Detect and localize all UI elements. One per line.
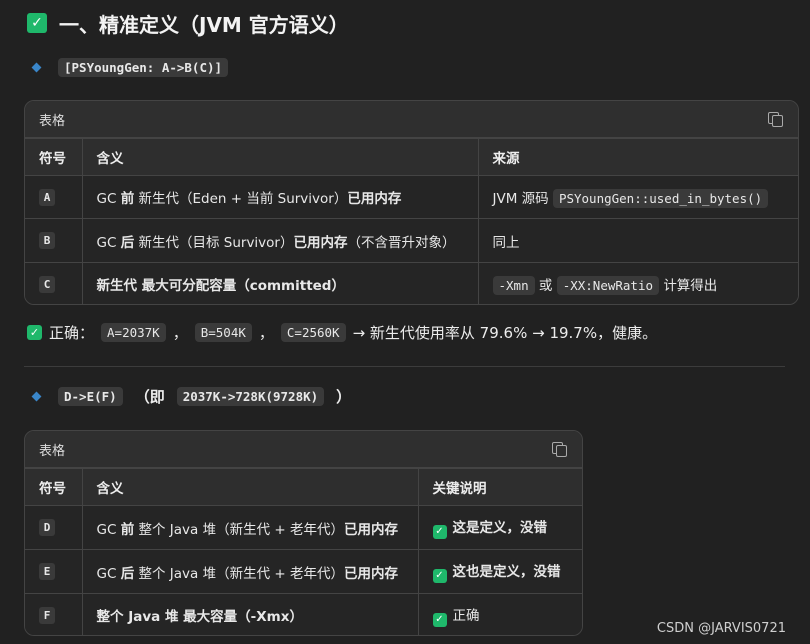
- symbol-badge: C: [39, 275, 55, 293]
- meaning-cell: GC 前 整个 Java 堆（新生代 + 老年代）已用内存: [81, 505, 418, 550]
- meaning-text: 新生代（Eden + 当前 Survivor）: [134, 191, 348, 207]
- table-header-row: 符号 含义 来源: [25, 138, 798, 176]
- copy-icon[interactable]: [552, 442, 567, 457]
- source-cell: JVM 源码 PSYoungGen::used_in_bytes(): [477, 175, 798, 219]
- check-icon: ✓: [27, 325, 42, 340]
- inline-code: B=504K: [194, 323, 252, 342]
- source-cell: 同上: [477, 218, 798, 263]
- meaning-cell: 新生代 最大可分配容量（committed）: [81, 262, 478, 304]
- check-icon: ✓: [432, 524, 447, 539]
- meaning-text: 整个 Java 堆（新生代 + 老年代）: [134, 565, 344, 582]
- table-row: F 整个 Java 堆 最大容量（-Xmx） ✓ 正确: [25, 593, 582, 635]
- meaning-text: 新生代（目标 Survivor）: [134, 234, 294, 251]
- section-heading: ✓ 一、精准定义（JVM 官方语义）: [27, 8, 349, 38]
- table-card-1: 表格 符号 含义 来源 A GC 前 新生代（Eden + 当前 Survivo…: [24, 100, 799, 305]
- note-text: 这是定义，没错: [452, 520, 548, 537]
- meaning-bold: 最大容量（-Xmx）: [183, 609, 303, 626]
- symbol-badge: D: [39, 519, 55, 536]
- table-row: A GC 前 新生代（Eden + 当前 Survivor）已用内存 JVM 源…: [25, 175, 798, 219]
- meaning-text: GC: [96, 191, 121, 207]
- table-row: B GC 后 新生代（目标 Survivor）已用内存（不含晋升对象） 同上: [25, 218, 798, 263]
- meaning-text: GC: [96, 234, 121, 251]
- meaning-bold: 最大可分配容量（committed）: [141, 278, 345, 295]
- meaning-text: （不含晋升对象）: [347, 234, 456, 251]
- column-header: 来源: [477, 138, 798, 176]
- source-cell: -Xmn 或 -XX:NewRatio 计算得出: [477, 262, 798, 304]
- meaning-cell: GC 后 新生代（目标 Survivor）已用内存（不含晋升对象）: [81, 218, 478, 263]
- column-header: 关键说明: [417, 468, 582, 506]
- card-title: 表格: [39, 113, 66, 129]
- note-cell: ✓ 正确: [417, 593, 582, 635]
- meaning-text: 整个 Java 堆（新生代 + 老年代）: [134, 521, 344, 538]
- source-text: JVM 源码: [492, 191, 549, 207]
- result-text: → 新生代使用率从 79.6% → 19.7%，健康。: [352, 324, 658, 342]
- inline-code: 2037K->728K(9728K): [176, 387, 325, 406]
- table-row: C 新生代 最大可分配容量（committed） -Xmn 或 -XX:NewR…: [25, 262, 798, 304]
- section-title: 一、精准定义（JVM 官方语义）: [59, 12, 349, 37]
- meaning-cell: GC 后 整个 Java 堆（新生代 + 老年代）已用内存: [81, 549, 418, 594]
- divider: [24, 366, 785, 367]
- meaning-bold: 已用内存: [293, 234, 348, 251]
- inline-code: PSYoungGen::used_in_bytes(): [552, 189, 769, 208]
- heading-text: （即: [134, 388, 165, 406]
- check-icon: ✓: [27, 13, 47, 33]
- meaning-bold: 已用内存: [343, 521, 398, 538]
- symbol-badge: B: [39, 232, 55, 249]
- meaning-bold: 新生代: [96, 278, 142, 295]
- symbol-badge: F: [39, 606, 55, 624]
- table-card-2: 表格 符号 含义 关键说明 D GC 前 整个 Java 堆（新生代 + 老年代…: [24, 430, 583, 636]
- source-text: 计算得出: [663, 278, 718, 295]
- symbol-badge: E: [39, 563, 55, 580]
- table-row: D GC 前 整个 Java 堆（新生代 + 老年代）已用内存 ✓ 这是定义，没错: [25, 505, 582, 550]
- table-header-row: 符号 含义 关键说明: [25, 468, 582, 506]
- meaning-text: GC: [96, 565, 121, 582]
- column-header: 符号: [25, 138, 82, 176]
- inline-code: C=2560K: [280, 323, 346, 342]
- note-text: 这也是定义，没错: [452, 564, 561, 581]
- copy-icon[interactable]: [768, 112, 783, 127]
- column-header: 含义: [81, 138, 478, 176]
- result-line: ✓ 正确： A=2037K ， B=504K ， C=2560K → 新生代使用率从…: [27, 322, 657, 343]
- table-row: E GC 后 整个 Java 堆（新生代 + 老年代）已用内存 ✓ 这也是定义，没…: [25, 549, 582, 594]
- meaning-cell: 整个 Java 堆 最大容量（-Xmx）: [81, 593, 418, 635]
- data-table: 符号 含义 来源 A GC 前 新生代（Eden + 当前 Survivor）已…: [25, 138, 798, 304]
- check-icon: ✓: [432, 568, 447, 583]
- heading-text: ）: [336, 388, 352, 406]
- meaning-bold: 整个 Java 堆: [96, 609, 184, 626]
- meaning-cell: GC 前 新生代（Eden + 当前 Survivor）已用内存: [81, 175, 478, 219]
- data-table: 符号 含义 关键说明 D GC 前 整个 Java 堆（新生代 + 老年代）已用…: [25, 468, 582, 635]
- diamond-icon: [31, 62, 42, 73]
- meaning-bold: 已用内存: [343, 565, 398, 582]
- separator: ，: [172, 324, 188, 342]
- inline-code: D->E(F): [58, 387, 123, 406]
- meaning-text: GC: [96, 521, 121, 538]
- check-icon: ✓: [432, 612, 447, 627]
- watermark: CSDN @JARVIS0721: [656, 621, 786, 636]
- diamond-icon: [31, 391, 42, 402]
- meaning-bold: 前: [120, 191, 135, 207]
- inline-code: [PSYoungGen: A->B(C)]: [58, 58, 229, 77]
- column-header: 符号: [25, 468, 82, 506]
- subheading-2: D->E(F) （即 2037K->728K(9728K) ）: [31, 386, 352, 407]
- card-header: 表格: [25, 431, 582, 468]
- card-header: 表格: [25, 101, 798, 138]
- source-text: 或: [538, 278, 553, 295]
- meaning-bold: 已用内存: [347, 191, 402, 207]
- note-cell: ✓ 这是定义，没错: [417, 505, 582, 550]
- inline-code: -Xmn: [492, 276, 535, 296]
- inline-code: -XX:NewRatio: [556, 276, 660, 296]
- inline-code: A=2037K: [101, 323, 166, 342]
- meaning-bold: 后: [120, 234, 135, 251]
- subheading-1: [PSYoungGen: A->B(C)]: [31, 58, 229, 77]
- meaning-bold: 后: [120, 565, 135, 582]
- result-prefix: 正确：: [49, 324, 95, 342]
- separator: ，: [258, 324, 274, 342]
- note-text: 正确: [452, 608, 480, 624]
- meaning-bold: 前: [120, 521, 135, 538]
- symbol-badge: A: [39, 188, 55, 206]
- card-title: 表格: [39, 443, 66, 459]
- column-header: 含义: [81, 468, 418, 506]
- note-cell: ✓ 这也是定义，没错: [417, 549, 582, 594]
